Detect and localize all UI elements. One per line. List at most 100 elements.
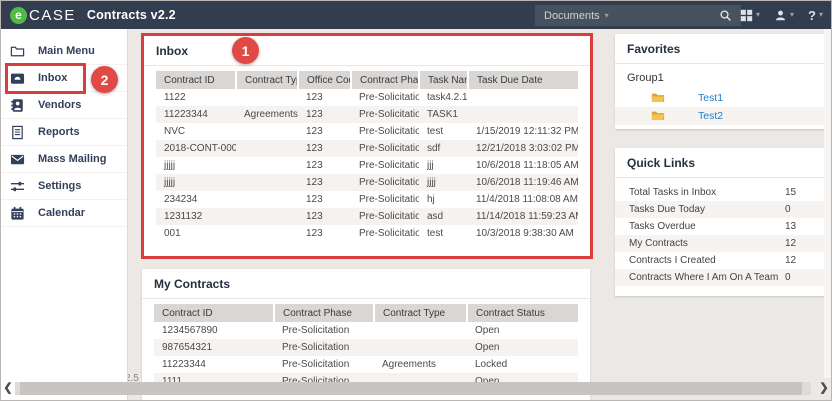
sidebar-item-label: Calendar [38, 207, 86, 219]
folder-icon [651, 93, 665, 102]
table-cell: 1234567890 [162, 325, 218, 336]
report-icon [12, 125, 23, 139]
sidebar-item-main-menu[interactable]: Main Menu [1, 38, 127, 65]
table-row[interactable]: jjjjj 123 Pre-Solicitation jjj 10/6/2018 11:… [156, 157, 578, 174]
favorites-panel: Favorites Group1 Test1 Test2 [615, 34, 827, 129]
scroll-left-icon[interactable]: ❮ [1, 381, 15, 396]
table-row[interactable]: 11223344 Pre-Solicitation Agreements Locked [154, 356, 578, 373]
column-header[interactable]: Contract Type [236, 71, 299, 89]
table-cell [236, 157, 298, 174]
app-window: e CASE Contracts v2.2 Documents ▾ ▾ ▾ ? … [0, 0, 832, 401]
quick-link-count: 12 [785, 238, 797, 249]
favorite-link[interactable]: Test2 [698, 110, 723, 122]
chevron-down-icon: ▾ [756, 10, 761, 19]
help-menu-button[interactable]: ? ▾ [808, 8, 823, 23]
panel-title: Inbox [144, 36, 590, 66]
inbox-panel: Inbox Contract ID Contract Type Office C… [141, 33, 593, 259]
column-header[interactable]: Office Code [298, 71, 352, 89]
quick-link-row[interactable]: Tasks Overdue 13 [615, 218, 827, 235]
table-cell: Pre-Solicitation [359, 194, 419, 205]
column-header[interactable]: Task Due Date [468, 71, 578, 89]
table-cell: 234234 [164, 194, 198, 205]
quick-link-label: Tasks Overdue [629, 221, 696, 232]
search-icon[interactable] [719, 9, 732, 22]
quick-link-count: 0 [785, 204, 791, 215]
table-cell [236, 174, 298, 191]
table-row[interactable]: 234234 123 Pre-Solicitation hj 11/4/2018 11:… [156, 191, 578, 208]
column-header[interactable]: Task Name [419, 71, 469, 89]
sidebar-item-label: Reports [38, 126, 80, 138]
table-cell: 1122 [164, 92, 186, 103]
quick-link-row[interactable]: Total Tasks in Inbox 15 [615, 184, 827, 201]
table-cell: 12/21/2018 3:03:02 PM [468, 140, 578, 157]
column-header[interactable]: Contract Phase [351, 71, 420, 89]
table-cell: sdf [419, 140, 468, 157]
search-scope-dropdown[interactable]: Documents [544, 10, 600, 22]
column-header[interactable]: Contract Type [374, 304, 468, 322]
table-row[interactable]: 11223344Agreements123Pre-SolicitationTAS… [156, 106, 578, 123]
table-cell [236, 140, 298, 157]
table-cell: 1/15/2019 12:11:32 PM [476, 126, 578, 137]
sidebar-item-vendors[interactable]: Vendors [1, 92, 127, 119]
scrollbar-thumb[interactable] [20, 382, 802, 395]
column-header[interactable]: Contract Phase [274, 304, 375, 322]
sidebar-item-mass-mailing[interactable]: Mass Mailing [1, 146, 127, 173]
quick-link-row[interactable]: Contracts I Created 12 [615, 252, 827, 269]
table-cell: 11/4/2018 11:08:08 AM [476, 194, 578, 205]
sidebar-item-calendar[interactable]: Calendar [1, 200, 127, 227]
annotation-step-1: 1 [232, 37, 259, 64]
table-cell [236, 123, 298, 140]
table-cell: 11/14/2018 11:59:23 AM [468, 208, 578, 225]
sidebar-item-settings[interactable]: Settings [1, 173, 127, 200]
table-cell: 123 [306, 126, 323, 137]
vertical-scrollbar[interactable] [824, 29, 831, 378]
table-row[interactable]: 001 123 Pre-Solicitation test 10/3/2018 9:38… [156, 225, 578, 242]
favorite-item[interactable]: Test2 [615, 107, 827, 125]
sidebar-item-label: Mass Mailing [38, 153, 107, 165]
favorite-item[interactable]: Test1 [615, 89, 827, 107]
envelope-icon [10, 154, 25, 164]
apps-menu-button[interactable]: ▾ [740, 9, 760, 22]
table-cell: 987654321 [154, 339, 274, 356]
my-contracts-table: Contract ID Contract Phase Contract Type… [154, 304, 578, 390]
sidebar-item-reports[interactable]: Reports [1, 119, 127, 146]
table-row[interactable]: 1234567890 Pre-Solicitation Open [154, 322, 578, 339]
table-cell: Pre-Solicitation [351, 140, 419, 157]
sidebar-item-label: Main Menu [38, 45, 95, 57]
quick-link-row[interactable]: My Contracts 12 [615, 235, 827, 252]
table-cell: jjj [427, 160, 434, 171]
inbox-icon [10, 73, 25, 84]
favorites-group-label[interactable]: Group1 [615, 64, 827, 89]
favorite-link[interactable]: Test1 [698, 92, 723, 104]
quick-link-label: Total Tasks in Inbox [629, 187, 717, 198]
table-cell: 001 [164, 228, 181, 239]
quick-link-count: 12 [785, 255, 797, 266]
scroll-right-icon[interactable]: ❯ [817, 381, 831, 396]
quick-link-row[interactable]: Tasks Due Today 0 [615, 201, 827, 218]
table-row[interactable]: 987654321 Pre-Solicitation Open [154, 339, 578, 356]
table-cell: jjjjj [156, 174, 236, 191]
user-menu-button[interactable]: ▾ [774, 9, 794, 22]
panel-title: My Contracts [142, 269, 590, 299]
sidebar-item-label: Vendors [38, 99, 82, 111]
table-row[interactable]: jjjjj 123Pre-Solicitationjjjj10/6/2018 11… [156, 174, 578, 191]
column-header[interactable]: Contract Status [467, 304, 578, 322]
table-cell: 11223344 [162, 359, 206, 370]
table-cell: Open [475, 325, 500, 336]
table-row[interactable]: 1231132 123Pre-Solicitationasd11/14/2018 … [156, 208, 578, 225]
quick-link-row[interactable]: Contracts Where I Am On A Team 0 [615, 269, 827, 286]
table-header-row: Contract ID Contract Phase Contract Type… [154, 304, 578, 322]
table-cell: hj [427, 194, 435, 205]
column-header[interactable]: Contract ID [154, 304, 275, 322]
table-cell [468, 106, 578, 123]
column-header[interactable]: Contract ID [156, 71, 237, 89]
address-book-icon [11, 98, 23, 112]
scrollbar-track[interactable] [15, 382, 811, 395]
search-bar[interactable]: Documents ▾ [535, 5, 741, 26]
table-row[interactable]: 2018-CONT-00050 123Pre-Solicitationsdf12/… [156, 140, 578, 157]
table-row[interactable]: NVC 123 Pre-Solicitation test 1/15/2019 12:1… [156, 123, 578, 140]
chevron-down-icon: ▾ [790, 10, 795, 19]
table-row[interactable]: 1122 123 Pre-Solicitation task4.2.1 [156, 89, 578, 106]
grid-icon [740, 9, 753, 21]
table-cell: 123 [306, 92, 323, 103]
